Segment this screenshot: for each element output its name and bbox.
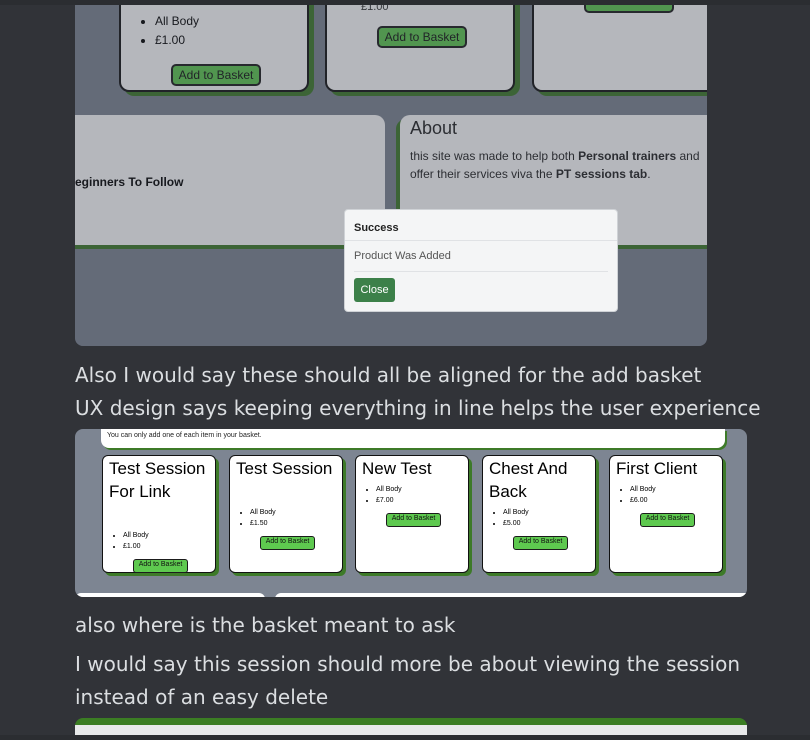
dialog-message: Product Was Added: [354, 250, 451, 262]
panel-edge: [75, 593, 265, 597]
add-to-basket-button[interactable]: Add to Basket: [513, 536, 568, 550]
product-title: New Test: [362, 459, 432, 478]
add-to-basket-button[interactable]: Add to Basket: [133, 559, 188, 573]
product-title: Chest And Back: [489, 459, 568, 501]
panel-edge: [275, 593, 747, 597]
product-title: Test Session For Link: [109, 459, 206, 501]
add-to-basket-button[interactable]: Add to Basket: [386, 513, 441, 527]
divider: [345, 240, 617, 241]
product-title: First Client: [616, 459, 698, 478]
product-card: Test Session For Link All Body £1.00 Add…: [102, 455, 216, 573]
message-text: UX design says keeping everything in lin…: [75, 396, 761, 420]
product-card: Chest And Back All Body £5.00 Add to Bas…: [482, 455, 596, 573]
message-text: instead of an easy delete: [75, 685, 329, 709]
product-details: All Body £1.00: [109, 530, 149, 552]
product-title: Test Session: [236, 459, 333, 478]
product-card: Test Session All Body £1.50 Add to Baske…: [229, 455, 343, 573]
message-text: also where is the basket meant to ask: [75, 613, 456, 637]
message-text: Also I would say these should all be ali…: [75, 363, 702, 387]
product-card: First Client All Body £6.00 Add to Baske…: [609, 455, 723, 573]
bottom-divider: [0, 735, 810, 740]
success-dialog: Success Product Was Added Close: [344, 209, 618, 312]
screenshot-attachment-1[interactable]: All Body £1.00 Add to Basket £1.00 Add t…: [75, 5, 707, 346]
product-details: All Body £6.00: [616, 484, 656, 506]
dialog-title: Success: [354, 222, 399, 234]
close-button[interactable]: Close: [354, 278, 395, 302]
message-text: I would say this session should more be …: [75, 652, 740, 676]
basket-notice: You can only add one of each item in you…: [101, 429, 725, 448]
product-details: All Body £5.00: [489, 507, 529, 529]
add-to-basket-button[interactable]: Add to Basket: [640, 513, 695, 527]
screenshot-attachment-2[interactable]: You can only add one of each item in you…: [75, 429, 747, 597]
divider: [354, 271, 608, 272]
product-details: All Body £7.00: [362, 484, 402, 506]
product-details: All Body £1.50: [236, 507, 276, 529]
product-card: New Test All Body £7.00 Add to Basket: [355, 455, 469, 573]
add-to-basket-button[interactable]: Add to Basket: [260, 536, 315, 550]
